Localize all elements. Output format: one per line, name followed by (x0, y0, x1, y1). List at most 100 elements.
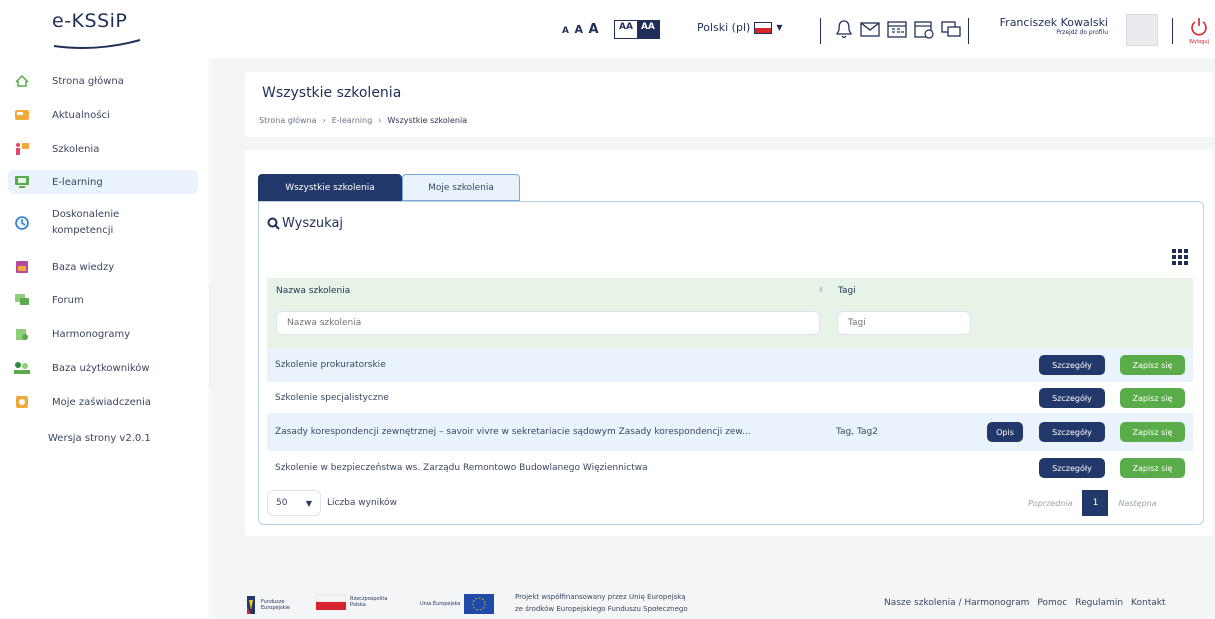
top-icons (834, 18, 962, 40)
font-size-small[interactable]: A (562, 26, 570, 36)
schedule-icon (12, 327, 32, 341)
competence-icon (12, 216, 32, 230)
breadcrumb-separator-icon: › (378, 116, 382, 125)
footer-link-contact[interactable]: Kontakt (1131, 598, 1165, 608)
calendar-icon[interactable] (886, 18, 908, 40)
footer-link-terms[interactable]: Regulamin (1075, 598, 1123, 608)
font-size-medium[interactable]: A (574, 23, 584, 36)
font-size-controls: A A A (562, 22, 600, 37)
contrast-normal[interactable]: AA (615, 21, 637, 38)
font-size-large[interactable]: A (588, 22, 599, 37)
funds-star-icon (247, 596, 255, 614)
next-page-button[interactable]: Następna (1118, 499, 1156, 508)
page-number-current[interactable]: 1 (1082, 490, 1109, 516)
breadcrumb-current: Wszystkie szkolenia (387, 116, 468, 125)
details-button[interactable]: Szczegóły (1039, 422, 1105, 442)
sidebar-item-training[interactable]: Szkolenia (8, 136, 198, 162)
project-line: Projekt współfinansowany przez Unię Euro… (515, 593, 686, 601)
poland-flag-icon (316, 594, 346, 610)
sidebar-item-label: Aktualności (52, 109, 110, 121)
footer-link-schedule[interactable]: Nasze szkolenia / Harmonogram (884, 598, 1029, 608)
sidebar-item-label: Szkolenia (52, 143, 100, 155)
sidebar-item-label: E-learning (52, 176, 103, 188)
logo-swoosh-icon (53, 39, 141, 49)
enroll-button[interactable]: Zapisz się (1120, 355, 1185, 375)
per-page-value: 50 (276, 498, 288, 508)
calendar-check-icon[interactable] (913, 18, 935, 40)
bell-icon[interactable] (834, 18, 854, 40)
eu-logo: Unia Europejska (420, 594, 495, 614)
page-header-card (245, 72, 1213, 137)
enroll-button[interactable]: Zapisz się (1120, 388, 1185, 408)
chat-icon[interactable] (940, 18, 962, 40)
breadcrumb-elearning[interactable]: E-learning (332, 116, 373, 125)
search-label: Wyszukaj (282, 216, 344, 231)
training-tags: Tag, Tag2 (836, 427, 878, 437)
logout-button[interactable]: Wyloguj (1186, 16, 1212, 45)
language-selector[interactable]: Polski (pl) ▼ (697, 21, 782, 34)
per-page-select[interactable]: 50 ▼ (267, 490, 321, 516)
sidebar-item-certificates[interactable]: Moje zaświadczenia (8, 389, 198, 415)
per-page-label: Liczba wyników (327, 498, 397, 508)
logo-text: Unia Europejska (420, 601, 461, 607)
name-filter-input[interactable] (276, 311, 820, 335)
description-button[interactable]: Opis (987, 422, 1023, 442)
sidebar-item-label: Forum (52, 294, 84, 306)
prev-page-button[interactable]: Poprzednia (1028, 499, 1072, 508)
breadcrumb-home[interactable]: Strona główna (259, 116, 317, 125)
table-row: Szkolenie w bezpieczeństwa ws. Zarządu R… (267, 451, 1193, 485)
eu-flag-icon (464, 594, 495, 614)
divider (820, 18, 821, 44)
chevron-down-icon: ▼ (776, 23, 783, 32)
profile-link[interactable]: Przejdź do profilu (986, 29, 1108, 36)
logo-text: e-KSSiP (52, 10, 128, 32)
user-name: Franciszek Kowalski (999, 16, 1108, 29)
column-header-name[interactable]: Nazwa szkolenia (276, 286, 350, 296)
breadcrumb-separator-icon: › (322, 116, 326, 125)
sidebar-item-label: Moje zaświadczenia (52, 396, 152, 408)
table-row: Szkolenie prokuratorskie Szczegóły Zapis… (267, 348, 1193, 382)
enroll-button[interactable]: Zapisz się (1120, 422, 1185, 442)
app-logo[interactable]: e-KSSiP (52, 10, 142, 52)
tags-filter-input[interactable] (837, 311, 971, 335)
training-name: Zasady korespondencji zewnętrznej – savo… (275, 426, 751, 437)
sidebar-item-users[interactable]: Baza użytkowników (8, 355, 198, 381)
footer-link-help[interactable]: Pomoc (1037, 598, 1067, 608)
chevron-down-icon: ▼ (305, 498, 312, 508)
footer-links: Nasze szkolenia / Harmonogram Pomoc Regu… (884, 598, 1165, 608)
sidebar-item-elearning[interactable]: E-learning (8, 170, 198, 194)
sort-icon[interactable]: ⇕ (818, 286, 824, 294)
details-button[interactable]: Szczegóły (1039, 355, 1105, 375)
logo-text: Polska (350, 602, 366, 608)
sidebar-item-label: Doskonalenie kompetencji (52, 209, 120, 236)
newspaper-icon (12, 108, 32, 122)
sidebar-item-home[interactable]: Strona główna (8, 68, 198, 94)
tabs: Wszystkie szkolenia Moje szkolenia (258, 174, 520, 201)
sidebar-item-schedule[interactable]: Harmonogramy (8, 321, 198, 347)
sidebar-item-label: Strona główna (52, 75, 124, 87)
certificate-icon (12, 395, 32, 409)
tab-all-trainings[interactable]: Wszystkie szkolenia (258, 174, 402, 201)
search-toggle[interactable]: Wyszukaj (267, 216, 343, 231)
user-info[interactable]: Franciszek Kowalski Przejdź do profilu (986, 16, 1108, 36)
enroll-button[interactable]: Zapisz się (1120, 458, 1185, 478)
column-header-tags[interactable]: Tagi (838, 286, 856, 296)
sidebar-item-competence[interactable]: Doskonalenie kompetencji (8, 205, 198, 241)
version-label: Wersja strony v2.0.1 (48, 433, 151, 444)
avatar[interactable] (1126, 14, 1158, 46)
search-icon (267, 217, 280, 230)
details-button[interactable]: Szczegóły (1039, 458, 1105, 478)
details-button[interactable]: Szczegóły (1039, 388, 1105, 408)
sidebar-item-forum[interactable]: Forum (8, 287, 198, 313)
tab-my-trainings[interactable]: Moje szkolenia (402, 174, 520, 201)
logo-text: Europejskie (261, 605, 290, 611)
pagination: Poprzednia 1 Następna (1028, 490, 1157, 516)
sidebar-item-knowledge[interactable]: Baza wiedzy (8, 254, 198, 280)
envelope-icon[interactable] (859, 18, 881, 40)
sidebar-item-news[interactable]: Aktualności (8, 102, 198, 128)
contrast-high[interactable]: AA (636, 21, 659, 38)
column-toggle-grid-icon[interactable] (1172, 249, 1188, 265)
elearning-icon (12, 175, 32, 189)
sidebar-item-label: Baza wiedzy (52, 261, 115, 273)
page-title: Wszystkie szkolenia (262, 85, 402, 101)
